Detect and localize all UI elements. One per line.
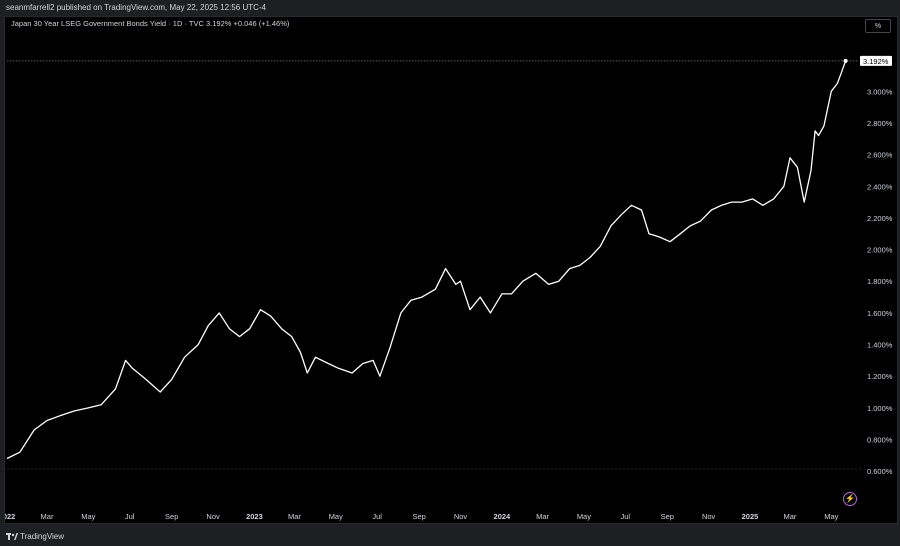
y-tick-label: 2.000% [867,246,893,255]
y-tick-label: 2.800% [867,119,893,128]
last-price-marker [843,58,848,63]
x-tick-label: Mar [288,512,301,521]
publisher-header: seanmfarrell2 published on TradingView.c… [0,0,900,16]
x-tick-label: May [81,512,95,521]
x-tick-label: Jul [620,512,630,521]
y-tick-label: 0.600% [867,467,893,476]
x-tick-label: Jul [372,512,382,521]
x-tick-label: Mar [536,512,549,521]
y-tick-label: 2.200% [867,214,893,223]
x-tick-label: 2024 [494,512,512,521]
y-tick-label: 1.400% [867,341,893,350]
last-price-label: 3.192% [863,57,889,66]
publisher-text: seanmfarrell2 published on TradingView.c… [6,3,266,12]
footer-bar: TradingView [0,528,900,546]
tradingview-logo-icon [6,533,18,540]
y-tick-label: 1.000% [867,404,893,413]
y-tick-label: 1.600% [867,309,893,318]
y-tick-label: 2.600% [867,151,893,160]
x-tick-label: Mar [784,512,797,521]
brand-name: TradingView [20,532,65,541]
x-tick-label: Sep [661,512,674,521]
y-tick-label: 3.000% [867,87,893,96]
x-tick-label: 2025 [742,512,759,521]
chart-panel[interactable]: 0.600% 0.800% 1.000% 1.200% 1.400% 1.600% 1.80… [4,16,898,524]
chart-legend: Japan 30 Year LSEG Government Bonds Yiel… [11,19,290,28]
y-tick-label: 1.800% [867,277,893,286]
x-tick-label: 2022 [5,512,15,521]
lightning-icon[interactable]: ⚡ [843,492,857,506]
x-tick-label: Nov [702,512,716,521]
y-tick-label: 1.200% [867,372,893,381]
x-tick-label: May [577,512,591,521]
x-tick-label: Sep [165,512,178,521]
x-tick-label: Mar [41,512,54,521]
series-line [6,60,847,460]
x-tick-label: Jul [125,512,135,521]
percent-scale-button[interactable]: % [865,19,891,33]
x-tick-label: May [824,512,838,521]
price-chart[interactable]: 0.600% 0.800% 1.000% 1.200% 1.400% 1.600% 1.80… [5,17,897,523]
y-tick-label: 2.400% [867,182,893,191]
x-tick-label: 2023 [246,512,263,521]
x-tick-label: Nov [454,512,468,521]
x-tick-label: May [329,512,343,521]
y-tick-label: 0.800% [867,436,893,445]
x-tick-label: Sep [412,512,425,521]
x-tick-label: Nov [206,512,220,521]
